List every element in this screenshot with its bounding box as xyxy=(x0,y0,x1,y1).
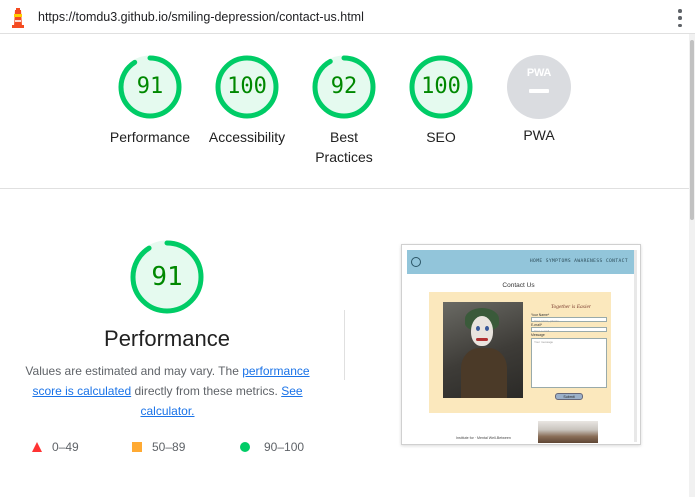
thumb-form-title: Together is Easier xyxy=(550,304,592,310)
thumb-scrollbar xyxy=(634,250,637,442)
legend-label: 50–89 xyxy=(152,440,186,454)
desc-text: directly from these metrics. xyxy=(131,384,282,398)
circle-icon xyxy=(240,442,250,452)
gauge-performance[interactable]: 91 Performance xyxy=(100,55,200,147)
gauge-best-practices[interactable]: 92 Best Practices xyxy=(294,55,394,167)
legend-label: 90–100 xyxy=(264,440,305,454)
pwa-badge-text: PWA xyxy=(526,67,552,79)
gauge-seo[interactable]: 100 SEO xyxy=(391,55,491,147)
thumb-navbar: HOME SYMPTOMS AWARENESS CONTACT xyxy=(407,250,634,274)
square-icon xyxy=(132,442,142,452)
score-value: 100 xyxy=(227,74,267,99)
scrollbar-thumb[interactable] xyxy=(690,40,694,220)
score-value: 91 xyxy=(136,74,164,99)
thumb-input-name: Your name, please xyxy=(531,317,607,323)
thumb-submit-button: Submit xyxy=(555,393,583,400)
pwa-badge-icon[interactable]: PWA xyxy=(507,55,571,119)
category-label-pwa: PWA xyxy=(523,127,555,143)
thumb-nav-items: HOME SYMPTOMS AWARENESS CONTACT xyxy=(529,259,628,264)
category-label: Performance xyxy=(109,129,191,145)
triangle-icon xyxy=(32,442,42,452)
section-divider xyxy=(0,188,689,189)
legend-label: 0–49 xyxy=(52,440,79,454)
vertical-divider xyxy=(344,310,345,380)
pwa-dash xyxy=(529,89,549,93)
thumb-heading: Contact Us xyxy=(502,282,535,289)
gauge-accessibility[interactable]: 100 Accessibility xyxy=(197,55,297,147)
category-label: Best Practices xyxy=(315,129,373,165)
legend-fail: 0–49 xyxy=(32,440,79,454)
desc-text: Values are estimated and may vary. The xyxy=(25,364,243,378)
thumb-textarea: Your message xyxy=(531,338,607,388)
lighthouse-icon xyxy=(12,8,24,28)
performance-description: Values are estimated and may vary. The p… xyxy=(20,361,315,421)
thumb-label-message: Message xyxy=(531,333,545,337)
kebab-menu-icon[interactable] xyxy=(676,9,684,27)
category-label: Accessibility xyxy=(208,129,286,145)
brain-logo-icon xyxy=(411,257,421,267)
thumb-contact-card: Together is Easier Your Name* Your name,… xyxy=(429,292,611,413)
thumb-footer: Institute for · Mental Well-Between xyxy=(456,436,511,440)
category-label: SEO xyxy=(426,129,456,145)
joker-photo-icon xyxy=(443,302,523,398)
score-value: 100 xyxy=(421,74,461,99)
score-value: 92 xyxy=(330,74,358,99)
thumb-input-email: Your e-mail xyxy=(531,327,607,333)
legend-average: 50–89 xyxy=(132,440,185,454)
performance-title: Performance xyxy=(104,326,230,351)
page-url[interactable]: https://tomdu3.github.io/smiling-depress… xyxy=(38,10,364,24)
shoes-image-icon xyxy=(538,421,598,443)
page-screenshot-thumbnail[interactable]: HOME SYMPTOMS AWARENESS CONTACT Contact … xyxy=(401,244,641,445)
legend-pass: 90–100 xyxy=(240,440,304,454)
performance-score: 91 xyxy=(151,262,183,292)
url-bar: https://tomdu3.github.io/smiling-depress… xyxy=(0,0,695,34)
